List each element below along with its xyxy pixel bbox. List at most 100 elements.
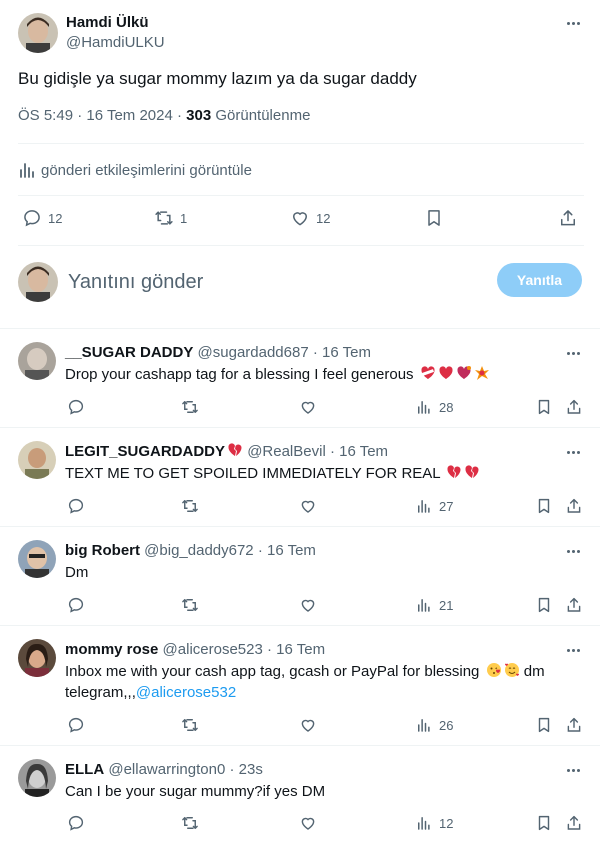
reply-author-handle[interactable]: @big_daddy672 bbox=[144, 542, 253, 559]
bookmark-icon bbox=[538, 717, 550, 733]
retweet-button[interactable] bbox=[181, 716, 199, 734]
broken-heart-icon bbox=[444, 465, 462, 482]
reply-actions: 12 bbox=[65, 814, 585, 834]
reply-author-handle[interactable]: @alicerose523 bbox=[163, 641, 263, 658]
share-button[interactable] bbox=[565, 814, 583, 832]
mention-link[interactable]: @alicerose532 bbox=[136, 684, 236, 701]
reply-time[interactable]: · 16 Tem bbox=[267, 641, 325, 658]
reply-text-content: TEXT ME TO GET SPOILED IMMEDIATELY FOR R… bbox=[65, 465, 441, 482]
share-button[interactable] bbox=[565, 497, 583, 515]
heart-icon bbox=[301, 599, 315, 612]
more-options-icon[interactable] bbox=[563, 343, 583, 363]
reply-button[interactable]: 12 bbox=[22, 208, 62, 228]
reply-button[interactable] bbox=[67, 497, 85, 515]
views-count: 28 bbox=[439, 399, 454, 415]
reply-submit-button[interactable]: Yanıtla bbox=[497, 263, 582, 297]
reply-item[interactable]: ELLA @ellawarrington0 · 23s Can I be you… bbox=[0, 745, 600, 845]
analytics-icon bbox=[418, 719, 430, 732]
reply-icon bbox=[68, 399, 84, 415]
bookmark-button[interactable] bbox=[424, 208, 444, 228]
retweet-button[interactable] bbox=[181, 814, 199, 832]
retweet-button[interactable] bbox=[181, 596, 199, 614]
retweet-icon bbox=[182, 817, 198, 829]
bookmark-button[interactable] bbox=[535, 497, 553, 515]
reply-author-handle[interactable]: @RealBevil bbox=[247, 443, 326, 460]
avatar[interactable] bbox=[18, 13, 58, 53]
reply-button[interactable] bbox=[67, 596, 85, 614]
more-options-icon[interactable] bbox=[563, 13, 583, 33]
views-button[interactable]: 27 bbox=[415, 497, 453, 515]
avatar[interactable] bbox=[18, 342, 56, 380]
avatar[interactable] bbox=[18, 262, 58, 302]
reply-author-handle[interactable]: @ellawarrington0 bbox=[108, 761, 225, 778]
tweet-thread: Hamdi Ülkü @HamdiULKU Bu gidişle ya suga… bbox=[0, 0, 600, 860]
avatar[interactable] bbox=[18, 441, 56, 479]
reply-time[interactable]: · 23s bbox=[229, 761, 262, 778]
reply-input[interactable]: Yanıtını gönder bbox=[68, 271, 203, 294]
reply-author-name[interactable]: ELLA bbox=[65, 761, 104, 778]
reply-author-name[interactable]: big Robert bbox=[65, 542, 140, 559]
like-button[interactable] bbox=[299, 596, 317, 614]
views-button[interactable]: 26 bbox=[415, 716, 453, 734]
views-button[interactable]: 21 bbox=[415, 596, 453, 614]
more-options-icon[interactable] bbox=[563, 640, 583, 660]
bookmark-icon bbox=[428, 210, 440, 226]
heart-bandaged-icon bbox=[418, 366, 436, 383]
share-button[interactable] bbox=[565, 398, 583, 416]
red-heart-icon bbox=[436, 366, 454, 383]
like-count: 12 bbox=[316, 210, 331, 226]
more-options-icon[interactable] bbox=[563, 442, 583, 462]
heart-icon bbox=[301, 719, 315, 732]
bookmark-button[interactable] bbox=[535, 814, 553, 832]
reply-item[interactable]: LEGIT_SUGARDADDY @RealBevil · 16 Tem TEX… bbox=[0, 427, 600, 526]
reply-item[interactable]: big Robert @big_daddy672 · 16 Tem Dm 21 bbox=[0, 526, 600, 625]
avatar[interactable] bbox=[18, 759, 56, 797]
views-button[interactable]: 12 bbox=[415, 814, 453, 832]
like-button[interactable] bbox=[299, 398, 317, 416]
share-button[interactable] bbox=[565, 596, 583, 614]
reply-item[interactable]: mommy rose @alicerose523 · 16 Tem Inbox … bbox=[0, 625, 600, 745]
reply-button[interactable] bbox=[67, 398, 85, 416]
bookmark-button[interactable] bbox=[535, 716, 553, 734]
reply-text: Dm bbox=[65, 562, 585, 583]
author-handle[interactable]: @HamdiULKU bbox=[66, 33, 165, 53]
reply-button[interactable] bbox=[67, 716, 85, 734]
views-button[interactable]: 28 bbox=[415, 398, 453, 416]
reply-text-content: Can I be your sugar mummy?if yes DM bbox=[65, 783, 326, 800]
more-options-icon[interactable] bbox=[563, 760, 583, 780]
share-button[interactable] bbox=[565, 716, 583, 734]
retweet-button[interactable]: 1 bbox=[154, 208, 187, 228]
reply-item[interactable]: __SUGAR DADDY @sugardadd687 · 16 Tem Dro… bbox=[0, 328, 600, 427]
like-button[interactable] bbox=[299, 497, 317, 515]
avatar[interactable] bbox=[18, 540, 56, 578]
like-button[interactable] bbox=[299, 814, 317, 832]
reply-button[interactable] bbox=[67, 814, 85, 832]
like-button[interactable]: 12 bbox=[290, 208, 330, 228]
retweet-button[interactable] bbox=[181, 497, 199, 515]
tweet-time[interactable]: ÖS 5:49 · 16 Tem 2024 · bbox=[18, 107, 182, 124]
reply-text-content: Inbox me with your cash app tag, gcash o… bbox=[65, 663, 480, 680]
reply-time[interactable]: · 16 Tem bbox=[330, 443, 388, 460]
reply-author-name[interactable]: mommy rose bbox=[65, 641, 158, 658]
reply-time[interactable]: · 16 Tem bbox=[313, 344, 371, 361]
reply-author-name[interactable]: LEGIT_SUGARDADDY bbox=[65, 443, 225, 460]
avatar[interactable] bbox=[18, 639, 56, 677]
bookmark-icon bbox=[538, 399, 550, 415]
views-label: Görüntülenme bbox=[215, 107, 311, 124]
reply-time[interactable]: · 16 Tem bbox=[258, 542, 316, 559]
reply-icon bbox=[24, 210, 40, 227]
retweet-button[interactable] bbox=[181, 398, 199, 416]
reply-author-name[interactable]: __SUGAR DADDY bbox=[65, 344, 193, 361]
share-button[interactable] bbox=[558, 208, 578, 228]
more-options-icon[interactable] bbox=[563, 541, 583, 561]
like-button[interactable] bbox=[299, 716, 317, 734]
reply-composer: Yanıtını gönder bbox=[18, 262, 203, 302]
reply-actions: 28 bbox=[65, 398, 585, 418]
bookmark-button[interactable] bbox=[535, 398, 553, 416]
bookmark-button[interactable] bbox=[535, 596, 553, 614]
reply-author-handle[interactable]: @sugardadd687 bbox=[198, 344, 309, 361]
tweet-actions: 12 1 12 bbox=[18, 208, 584, 232]
analytics-icon bbox=[418, 817, 430, 830]
view-engagements-link[interactable]: gönderi etkileşimlerini görüntüle bbox=[18, 161, 252, 179]
author-name[interactable]: Hamdi Ülkü bbox=[66, 13, 165, 33]
